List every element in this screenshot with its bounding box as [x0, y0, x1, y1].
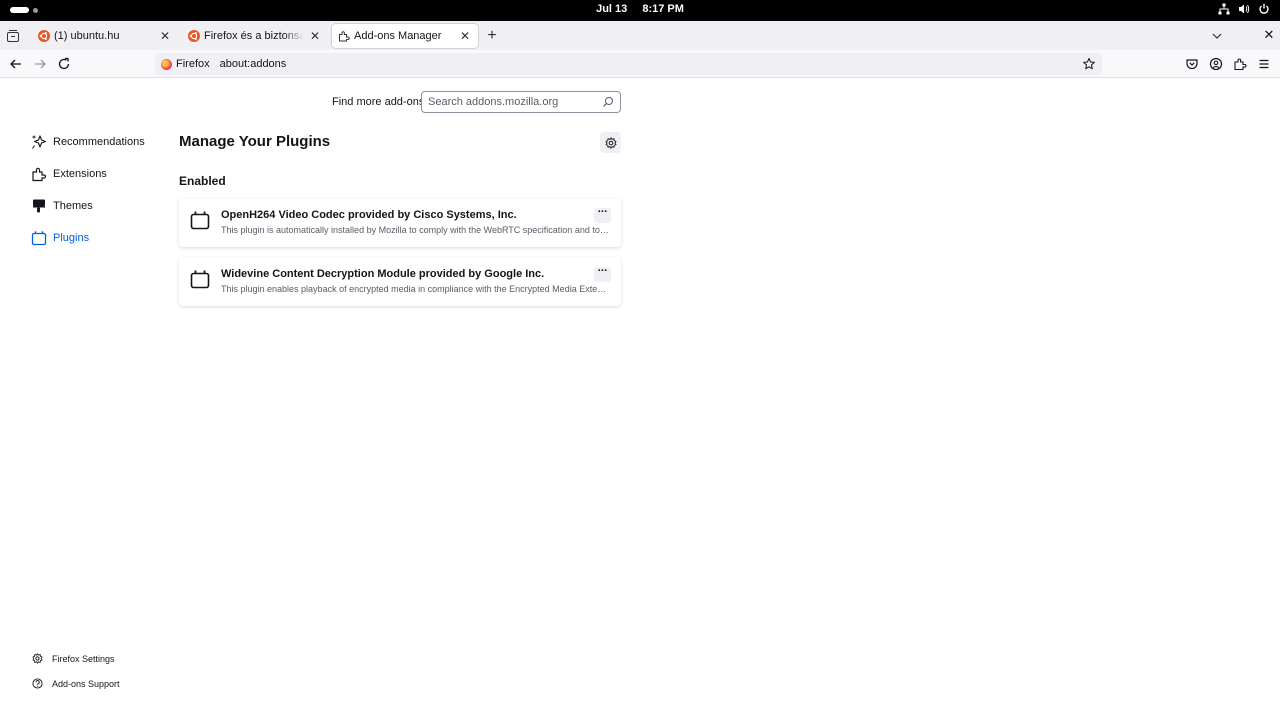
url-bar[interactable]: Firefox about:addons — [155, 53, 1102, 75]
new-tab-button[interactable]: + — [484, 27, 500, 45]
firefox-logo-icon — [161, 58, 172, 70]
plugin-icon — [190, 211, 210, 230]
category-plugins[interactable]: Plugins — [31, 230, 89, 246]
tab-label: Firefox és a biztonság – ubuntu.hu — [204, 30, 304, 42]
plugin-name: OpenH264 Video Codec provided by Cisco S… — [221, 209, 517, 221]
category-recommendations[interactable]: Recommendations — [31, 134, 145, 150]
tab-label: Add-ons Manager — [354, 30, 442, 42]
navigation-toolbar: Firefox about:addons — [0, 50, 1280, 78]
gear-icon — [605, 136, 616, 149]
plugin-icon — [190, 270, 210, 289]
more-options-button[interactable]: ··· — [594, 266, 611, 282]
tab-close-button[interactable]: ✕ — [308, 29, 322, 43]
tab-ubuntu-hu[interactable]: (1) ubuntu.hu ✕ — [32, 24, 178, 48]
chevron-down-icon[interactable] — [1211, 30, 1223, 42]
close-icon: ✕ — [159, 29, 171, 43]
plugin-name: Widevine Content Decryption Module provi… — [221, 268, 545, 280]
tab-close-button[interactable]: ✕ — [458, 29, 472, 43]
clock-date: Jul 13 — [596, 3, 628, 15]
addons-page: Find more add-ons Search addons.mozilla.… — [0, 79, 1280, 720]
category-themes[interactable]: Themes — [31, 198, 93, 214]
extensions-puzzle-icon[interactable] — [1233, 57, 1247, 71]
back-arrow-icon[interactable] — [9, 57, 23, 71]
tools-menu-button[interactable] — [600, 132, 621, 153]
addons-support-link[interactable]: Add-ons Support — [32, 678, 120, 689]
system-top-bar: Jul 13 8:17 PM — [0, 0, 1280, 21]
identity-box[interactable]: Firefox — [155, 58, 210, 70]
category-label: Themes — [53, 200, 93, 212]
recommendations-icon — [32, 135, 47, 149]
tab-bar: (1) ubuntu.hu ✕ Firefox és a biztonság –… — [0, 21, 1280, 50]
find-more-label: Find more add-ons — [332, 96, 425, 108]
brush-icon — [33, 199, 45, 213]
category-label: Plugins — [53, 232, 90, 244]
close-icon: ✕ — [1263, 27, 1275, 42]
footer-link-label: Firefox Settings — [52, 653, 115, 664]
reload-icon[interactable] — [57, 57, 71, 71]
identity-label: Firefox — [176, 58, 210, 70]
plugin-card-openh264[interactable]: OpenH264 Video Codec provided by Cisco S… — [179, 199, 621, 247]
tab-label: (1) ubuntu.hu — [54, 30, 120, 42]
clock-time: 8:17 PM — [642, 3, 684, 15]
plugin-card-widevine[interactable]: Widevine Content Decryption Module provi… — [179, 258, 621, 306]
plugin-description: This plugin enables playback of encrypte… — [221, 284, 611, 294]
hamburger-menu-icon[interactable] — [1257, 57, 1271, 71]
power-icon — [1259, 3, 1269, 14]
window-close-button[interactable]: ✕ — [1262, 28, 1276, 42]
tab-addons-manager[interactable]: Add-ons Manager ✕ — [332, 24, 478, 48]
firefox-settings-link[interactable]: Firefox Settings — [32, 653, 115, 664]
more-options-button[interactable]: ··· — [594, 207, 611, 223]
pocket-icon[interactable] — [1185, 57, 1199, 71]
addons-search-input[interactable]: Search addons.mozilla.org — [421, 91, 621, 113]
gear-icon — [32, 653, 43, 664]
forward-arrow-icon[interactable] — [33, 57, 47, 71]
category-extensions[interactable]: Extensions — [31, 166, 107, 182]
puzzle-icon — [32, 167, 47, 182]
system-tray[interactable] — [1218, 3, 1270, 15]
clock[interactable]: Jul 13 8:17 PM — [0, 3, 1280, 15]
close-icon: ✕ — [309, 29, 321, 43]
plugin-icon — [31, 231, 47, 246]
page-title: Manage Your Plugins — [179, 133, 331, 150]
ubuntu-icon — [38, 30, 50, 42]
section-title-enabled: Enabled — [179, 174, 226, 188]
volume-icon — [1239, 4, 1250, 14]
help-icon — [32, 678, 43, 689]
bookmark-star-icon[interactable] — [1082, 57, 1096, 71]
category-label: Recommendations — [53, 136, 145, 148]
plugin-description: This plugin is automatically installed b… — [221, 225, 611, 235]
category-label: Extensions — [53, 168, 107, 180]
footer-link-label: Add-ons Support — [52, 678, 120, 689]
plus-icon: + — [487, 27, 497, 44]
url-input[interactable]: about:addons — [220, 58, 287, 70]
puzzle-icon — [339, 31, 350, 42]
ubuntu-icon — [188, 30, 200, 42]
account-icon[interactable] — [1209, 57, 1223, 71]
search-icon — [603, 97, 613, 107]
tab-close-button[interactable]: ✕ — [158, 29, 172, 43]
close-icon: ✕ — [459, 29, 471, 43]
search-placeholder: Search addons.mozilla.org — [428, 96, 559, 108]
network-icon — [1218, 3, 1230, 15]
tab-firefox-security[interactable]: Firefox és a biztonság – ubuntu.hu ✕ — [182, 24, 328, 48]
firefox-view-icon[interactable] — [6, 29, 20, 43]
